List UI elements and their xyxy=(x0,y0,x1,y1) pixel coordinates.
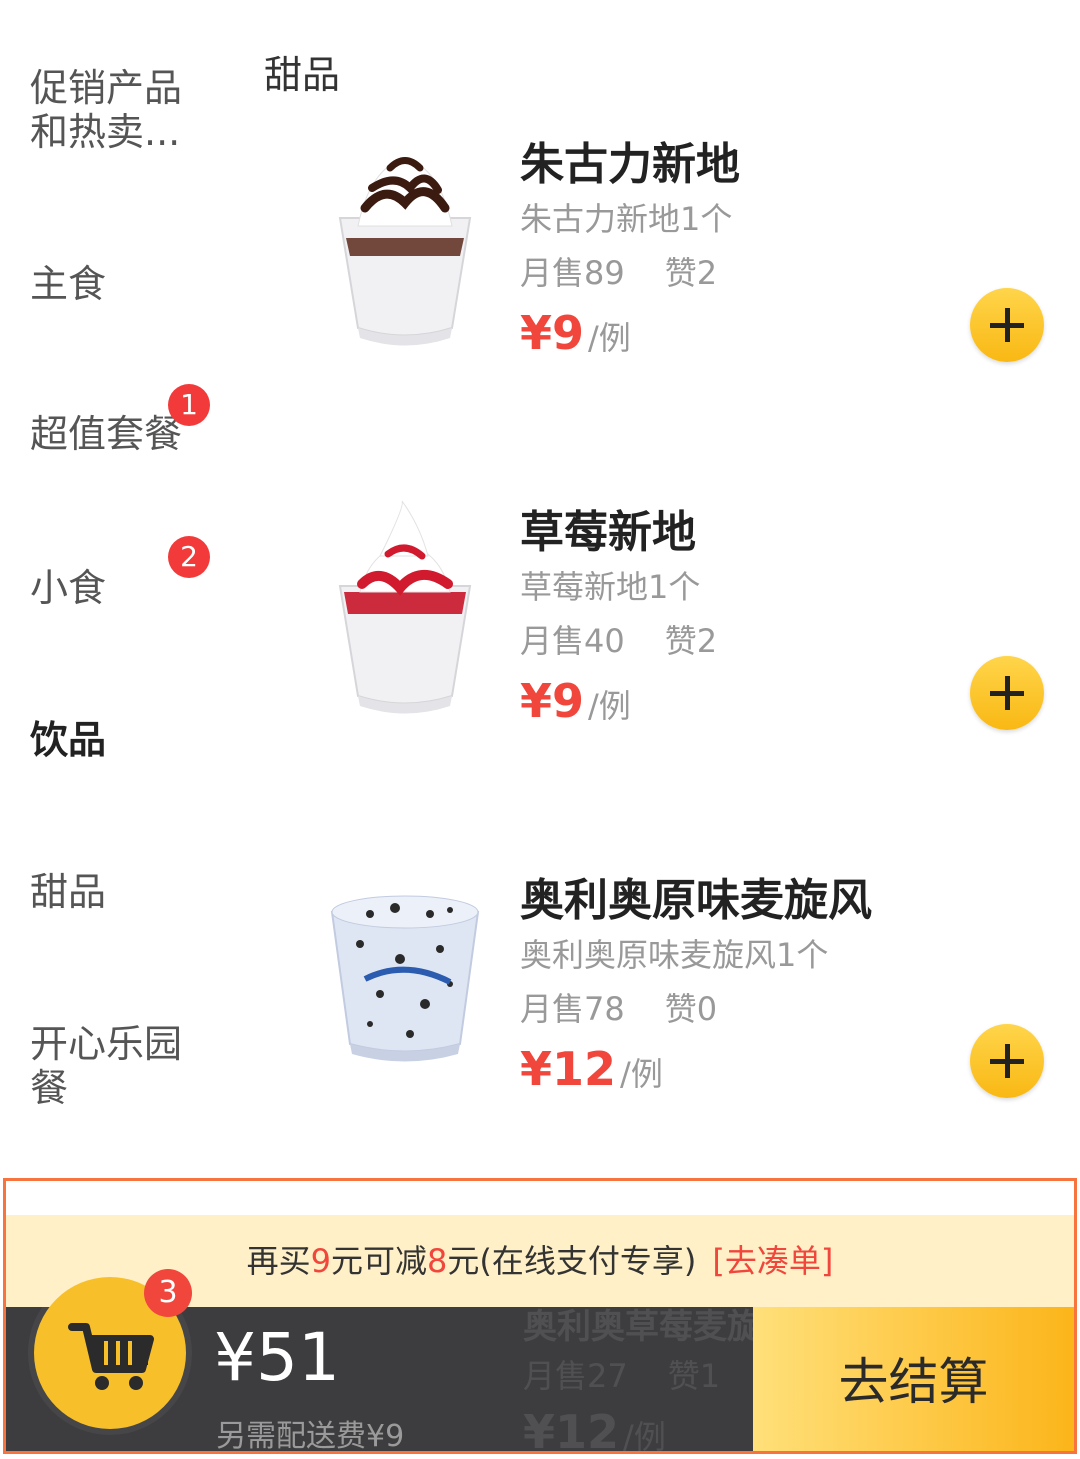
likes-count: 赞2 xyxy=(664,622,718,660)
product-price: ¥12/例 xyxy=(520,1042,663,1096)
hidden-monthly-sales: 月售27 xyxy=(523,1357,628,1395)
hidden-price-value: ¥12 xyxy=(523,1405,620,1459)
promo-amount: 9 xyxy=(310,1242,332,1280)
sidebar-item-drinks[interactable]: 饮品 xyxy=(30,718,230,762)
monthly-sales: 月售40 xyxy=(520,622,625,660)
product-stats: 月售89 赞2 xyxy=(520,248,717,294)
delivery-fee-note: 另需配送费¥9 xyxy=(216,1419,405,1454)
strawberry-sundae-image xyxy=(338,500,472,714)
sidebar-item-label: 主食 xyxy=(30,262,107,306)
promo-mid: 元可减 xyxy=(331,1242,428,1280)
promo-suffix: 元(在线支付专享) xyxy=(447,1242,697,1280)
likes-count: 赞2 xyxy=(664,254,718,292)
monthly-sales: 月售78 xyxy=(520,990,625,1028)
hidden-price-unit: /例 xyxy=(623,1418,666,1456)
product-stats: 月售40 赞2 xyxy=(520,616,717,662)
sidebar-item-label: 促销产品和热卖... xyxy=(30,66,183,154)
promo-discount: 8 xyxy=(427,1242,448,1280)
oreo-mcflurry-image xyxy=(330,895,480,1062)
product-description: 朱古力新地1个 xyxy=(520,200,733,238)
sidebar-item-label: 甜品 xyxy=(30,870,107,914)
price-unit: /例 xyxy=(588,687,631,725)
product-stats: 月售78 赞0 xyxy=(520,984,717,1030)
product-name: 草莓新地 xyxy=(520,507,696,558)
product-name: 奥利奥原味麦旋风 xyxy=(520,875,872,926)
sidebar-count-badge: 1 xyxy=(168,384,210,426)
monthly-sales: 月售89 xyxy=(520,254,625,292)
likes-count: 赞0 xyxy=(664,990,718,1028)
cart-area: 再买9元可减8元(在线支付专享) [去凑单] 奥利奥草莓麦旋 月售27 赞1 ¥12… xyxy=(3,1178,1077,1459)
hidden-product-stats: 月售27 赞1 xyxy=(523,1351,720,1397)
hidden-product-name: 奥利奥草莓麦旋 xyxy=(523,1307,761,1347)
price-value: ¥9 xyxy=(520,306,585,360)
chocolate-sundae-image xyxy=(338,157,472,346)
add-to-cart-button[interactable] xyxy=(970,656,1044,730)
sidebar-item-main-food[interactable]: 主食 xyxy=(30,262,230,306)
product-description: 草莓新地1个 xyxy=(520,568,701,606)
product-card[interactable]: 草莓新地 草莓新地1个 月售40 赞2 ¥9/例 xyxy=(300,496,1080,796)
sidebar-item-promotions[interactable]: 促销产品和热卖... xyxy=(30,66,230,154)
sidebar-item-label: 超值套餐 xyxy=(30,412,183,456)
product-name: 朱古力新地 xyxy=(520,139,740,190)
hidden-likes: 赞1 xyxy=(667,1357,721,1395)
section-title: 甜品 xyxy=(264,53,341,97)
hidden-product-price: ¥12/例 xyxy=(523,1405,666,1459)
cart-total: ¥51 xyxy=(214,1319,340,1396)
promo-prefix: 再买 xyxy=(246,1242,311,1280)
price-value: ¥9 xyxy=(520,674,585,728)
sidebar-item-label: 饮品 xyxy=(30,718,107,762)
product-price: ¥9/例 xyxy=(520,674,631,728)
checkout-button[interactable]: 去结算 xyxy=(753,1307,1074,1451)
add-to-cart-button[interactable] xyxy=(970,288,1044,362)
price-unit: /例 xyxy=(588,319,631,357)
cart-count-badge: 3 xyxy=(144,1269,192,1317)
price-unit: /例 xyxy=(620,1055,663,1093)
product-price: ¥9/例 xyxy=(520,306,631,360)
sidebar-item-label: 小食 xyxy=(30,566,107,610)
sidebar-item-label: 开心乐园餐 xyxy=(30,1022,183,1110)
add-to-cart-button[interactable] xyxy=(970,1024,1044,1098)
product-card[interactable]: 奥利奥原味麦旋风 奥利奥原味麦旋风1个 月售78 赞0 ¥12/例 xyxy=(300,864,1080,1164)
sidebar-count-badge: 2 xyxy=(168,536,210,578)
sidebar-item-happy-meal[interactable]: 开心乐园餐 xyxy=(30,1022,230,1110)
sidebar-item-desserts[interactable]: 甜品 xyxy=(30,870,230,914)
product-description: 奥利奥原味麦旋风1个 xyxy=(520,936,829,974)
product-card[interactable]: 朱古力新地 朱古力新地1个 月售89 赞2 ¥9/例 xyxy=(300,128,1080,428)
price-value: ¥12 xyxy=(520,1042,617,1096)
add-more-link[interactable]: [去凑单] xyxy=(712,1242,833,1280)
